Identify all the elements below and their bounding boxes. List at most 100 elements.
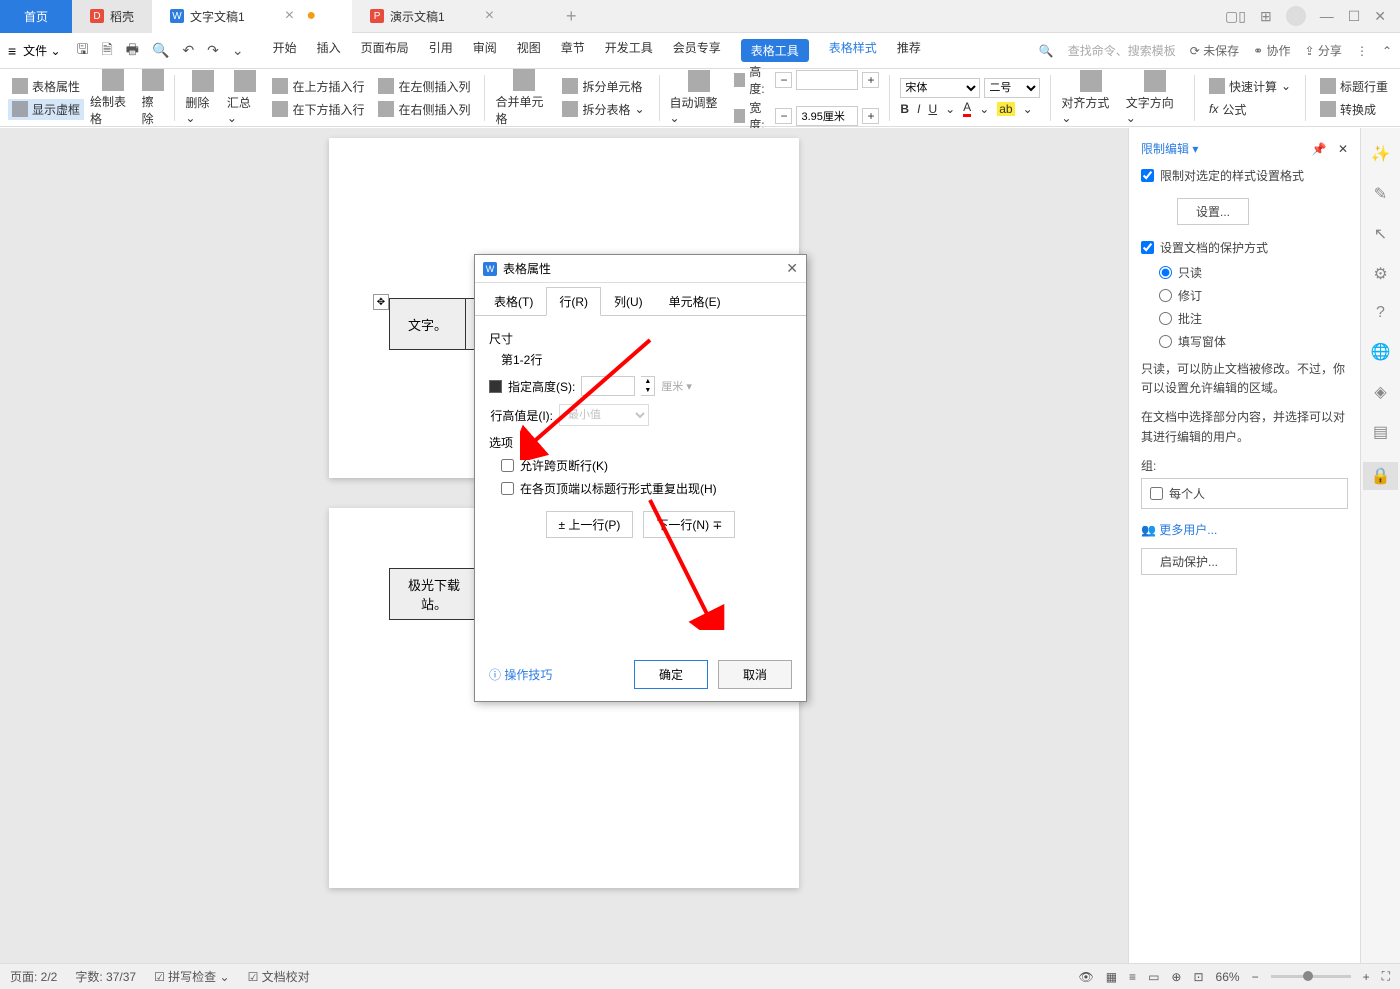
height-value-input[interactable] (581, 376, 635, 396)
radio-comment[interactable]: 批注 (1159, 310, 1348, 327)
mtab-start[interactable]: 开始 (273, 39, 297, 62)
more-menu-icon[interactable]: ⋮ (1356, 44, 1368, 58)
tab-doc1[interactable]: W 文字文稿1 ● × (152, 0, 352, 33)
zoom-in-button[interactable]: + (1363, 970, 1370, 984)
convert-button[interactable]: 转换成 (1316, 99, 1392, 120)
unsaved-indicator[interactable]: ⟳ 未保存 (1190, 42, 1239, 59)
eye-icon[interactable]: 👁 (1078, 970, 1093, 984)
page-indicator[interactable]: 页面: 2/2 (10, 968, 57, 985)
insert-col-left-button[interactable]: 在左侧插入列 (374, 76, 474, 97)
height-plus[interactable]: + (862, 72, 879, 88)
summary-icon[interactable] (234, 70, 256, 92)
ok-button[interactable]: 确定 (634, 660, 708, 689)
spellcheck-toggle[interactable]: ☑ 拼写检查 ⌄ (154, 968, 230, 985)
settings-icon[interactable]: ⚙ (1373, 264, 1387, 284)
insert-row-below-button[interactable]: 在下方插入行 (268, 99, 368, 120)
save-icon[interactable]: 🖫 (72, 36, 94, 66)
header-row-button[interactable]: 标题行重 (1316, 76, 1392, 97)
height-spinner[interactable]: ▲▼ (641, 376, 655, 396)
merge-cells-icon[interactable] (513, 69, 535, 91)
font-size-select[interactable]: 二号 (984, 78, 1040, 98)
show-frame-button[interactable]: 显示虚框 (8, 99, 84, 120)
zoom-value[interactable]: 66% (1216, 970, 1240, 984)
mtab-review[interactable]: 审阅 (473, 39, 497, 62)
more-users-link[interactable]: 👥 更多用户... (1141, 521, 1348, 538)
row-height-type-select[interactable]: 最小值 (559, 404, 649, 426)
eraser-icon[interactable] (142, 69, 164, 91)
eraser-label[interactable]: 擦除 (142, 93, 165, 127)
mtab-recommend[interactable]: 推荐 (897, 39, 921, 62)
highlight-button[interactable]: ab (997, 102, 1014, 116)
style-restrict-checkbox[interactable]: 限制对选定的样式设置格式 (1141, 167, 1348, 184)
width-input[interactable] (796, 106, 858, 126)
view-web-icon[interactable]: ▭ (1148, 970, 1159, 984)
share-button[interactable]: ⇪ 分享 (1305, 42, 1342, 59)
merge-cells-label[interactable]: 合并单元格 (495, 93, 552, 127)
height-input[interactable] (796, 70, 858, 90)
print-preview-icon[interactable]: 🔍 (147, 39, 174, 62)
align-label[interactable]: 对齐方式 ⌄ (1061, 94, 1119, 125)
mtab-reference[interactable]: 引用 (429, 39, 453, 62)
auto-adjust-icon[interactable] (688, 70, 710, 92)
zoom-out-button[interactable]: − (1252, 970, 1259, 984)
translate-icon[interactable]: 🌐 (1371, 342, 1391, 362)
width-plus[interactable]: + (862, 108, 879, 124)
layout-icon[interactable]: ▢▯ (1225, 8, 1246, 25)
fast-calc-button[interactable]: 快速计算 ⌄ (1205, 76, 1295, 97)
edit-icon[interactable]: ✎ (1374, 184, 1387, 204)
fullscreen-icon[interactable]: ⛶ (1382, 969, 1390, 984)
allow-break-checkbox[interactable]: 允许跨页断行(K) (501, 457, 792, 474)
font-color-button[interactable]: A (963, 100, 971, 117)
search-placeholder[interactable]: 查找命令、搜索模板 (1068, 42, 1176, 59)
dtab-table[interactable]: 表格(T) (481, 287, 546, 316)
view-print-icon[interactable]: ▦ (1106, 970, 1117, 984)
split-cells-button[interactable]: 拆分单元格 (558, 76, 648, 97)
close-window-button[interactable]: ✕ (1374, 8, 1386, 25)
tab-home[interactable]: 首页 (0, 0, 72, 33)
dtab-col[interactable]: 列(U) (601, 287, 656, 316)
nav-icon[interactable]: ▤ (1373, 422, 1388, 442)
mtab-table-style[interactable]: 表格样式 (829, 39, 877, 62)
dtab-cell[interactable]: 单元格(E) (656, 287, 734, 316)
view-outline-icon[interactable]: ≡ (1129, 970, 1136, 984)
close-icon[interactable]: × (485, 7, 494, 25)
dialog-close-button[interactable]: ✕ (786, 260, 798, 277)
text-dir-label[interactable]: 文字方向 ⌄ (1126, 94, 1184, 125)
mtab-dev[interactable]: 开发工具 (605, 39, 653, 62)
avatar-icon[interactable] (1286, 6, 1306, 26)
font-family-select[interactable]: 宋体 (900, 78, 980, 98)
more-icon[interactable]: ⌄ (227, 39, 249, 62)
width-minus[interactable]: − (775, 108, 792, 124)
protect-checkbox[interactable]: 设置文档的保护方式 (1141, 239, 1348, 256)
draw-table-label[interactable]: 绘制表格 (90, 93, 136, 127)
zoom-slider[interactable] (1271, 975, 1351, 978)
tips-link[interactable]: ⓘ 操作技巧 (489, 666, 552, 683)
redo-icon[interactable]: ↷ (202, 39, 224, 62)
repeat-header-checkbox[interactable]: 在各页顶端以标题行形式重复出现(H) (501, 480, 792, 497)
cancel-button[interactable]: 取消 (718, 660, 792, 689)
start-protection-button[interactable]: 启动保护... (1141, 548, 1237, 575)
radio-revision[interactable]: 修订 (1159, 287, 1348, 304)
close-panel-icon[interactable]: ✕ (1338, 142, 1348, 156)
dialog-titlebar[interactable]: W 表格属性 ✕ (475, 255, 806, 283)
help-icon[interactable]: ? (1376, 304, 1385, 322)
mtab-member[interactable]: 会员专享 (673, 39, 721, 62)
menu-icon[interactable]: ≡ (8, 43, 16, 59)
formula-button[interactable]: fx 公式 (1205, 99, 1295, 120)
tab-doc2[interactable]: P 演示文稿1 × (352, 0, 552, 33)
mtab-view[interactable]: 视图 (517, 39, 541, 62)
collab-button[interactable]: ⚭ 协作 (1253, 42, 1290, 59)
new-tab-button[interactable]: + (552, 6, 591, 27)
mtab-insert[interactable]: 插入 (317, 39, 341, 62)
lock-icon[interactable]: 🔒 (1363, 462, 1399, 490)
insert-col-right-button[interactable]: 在右侧插入列 (374, 99, 474, 120)
auto-adjust-label[interactable]: 自动调整 ⌄ (669, 94, 727, 125)
select-icon[interactable]: ↖ (1374, 224, 1387, 244)
italic-button[interactable]: I (917, 102, 920, 116)
split-table-button[interactable]: 拆分表格 ⌄ (558, 99, 648, 120)
next-row-button[interactable]: 下一行(N) ∓ (643, 511, 735, 538)
pin-icon[interactable]: 📌 (1312, 142, 1327, 156)
table-cell[interactable]: 极光下载站。 (390, 569, 479, 620)
bold-button[interactable]: B (900, 102, 909, 116)
draw-table-icon[interactable] (102, 69, 124, 91)
